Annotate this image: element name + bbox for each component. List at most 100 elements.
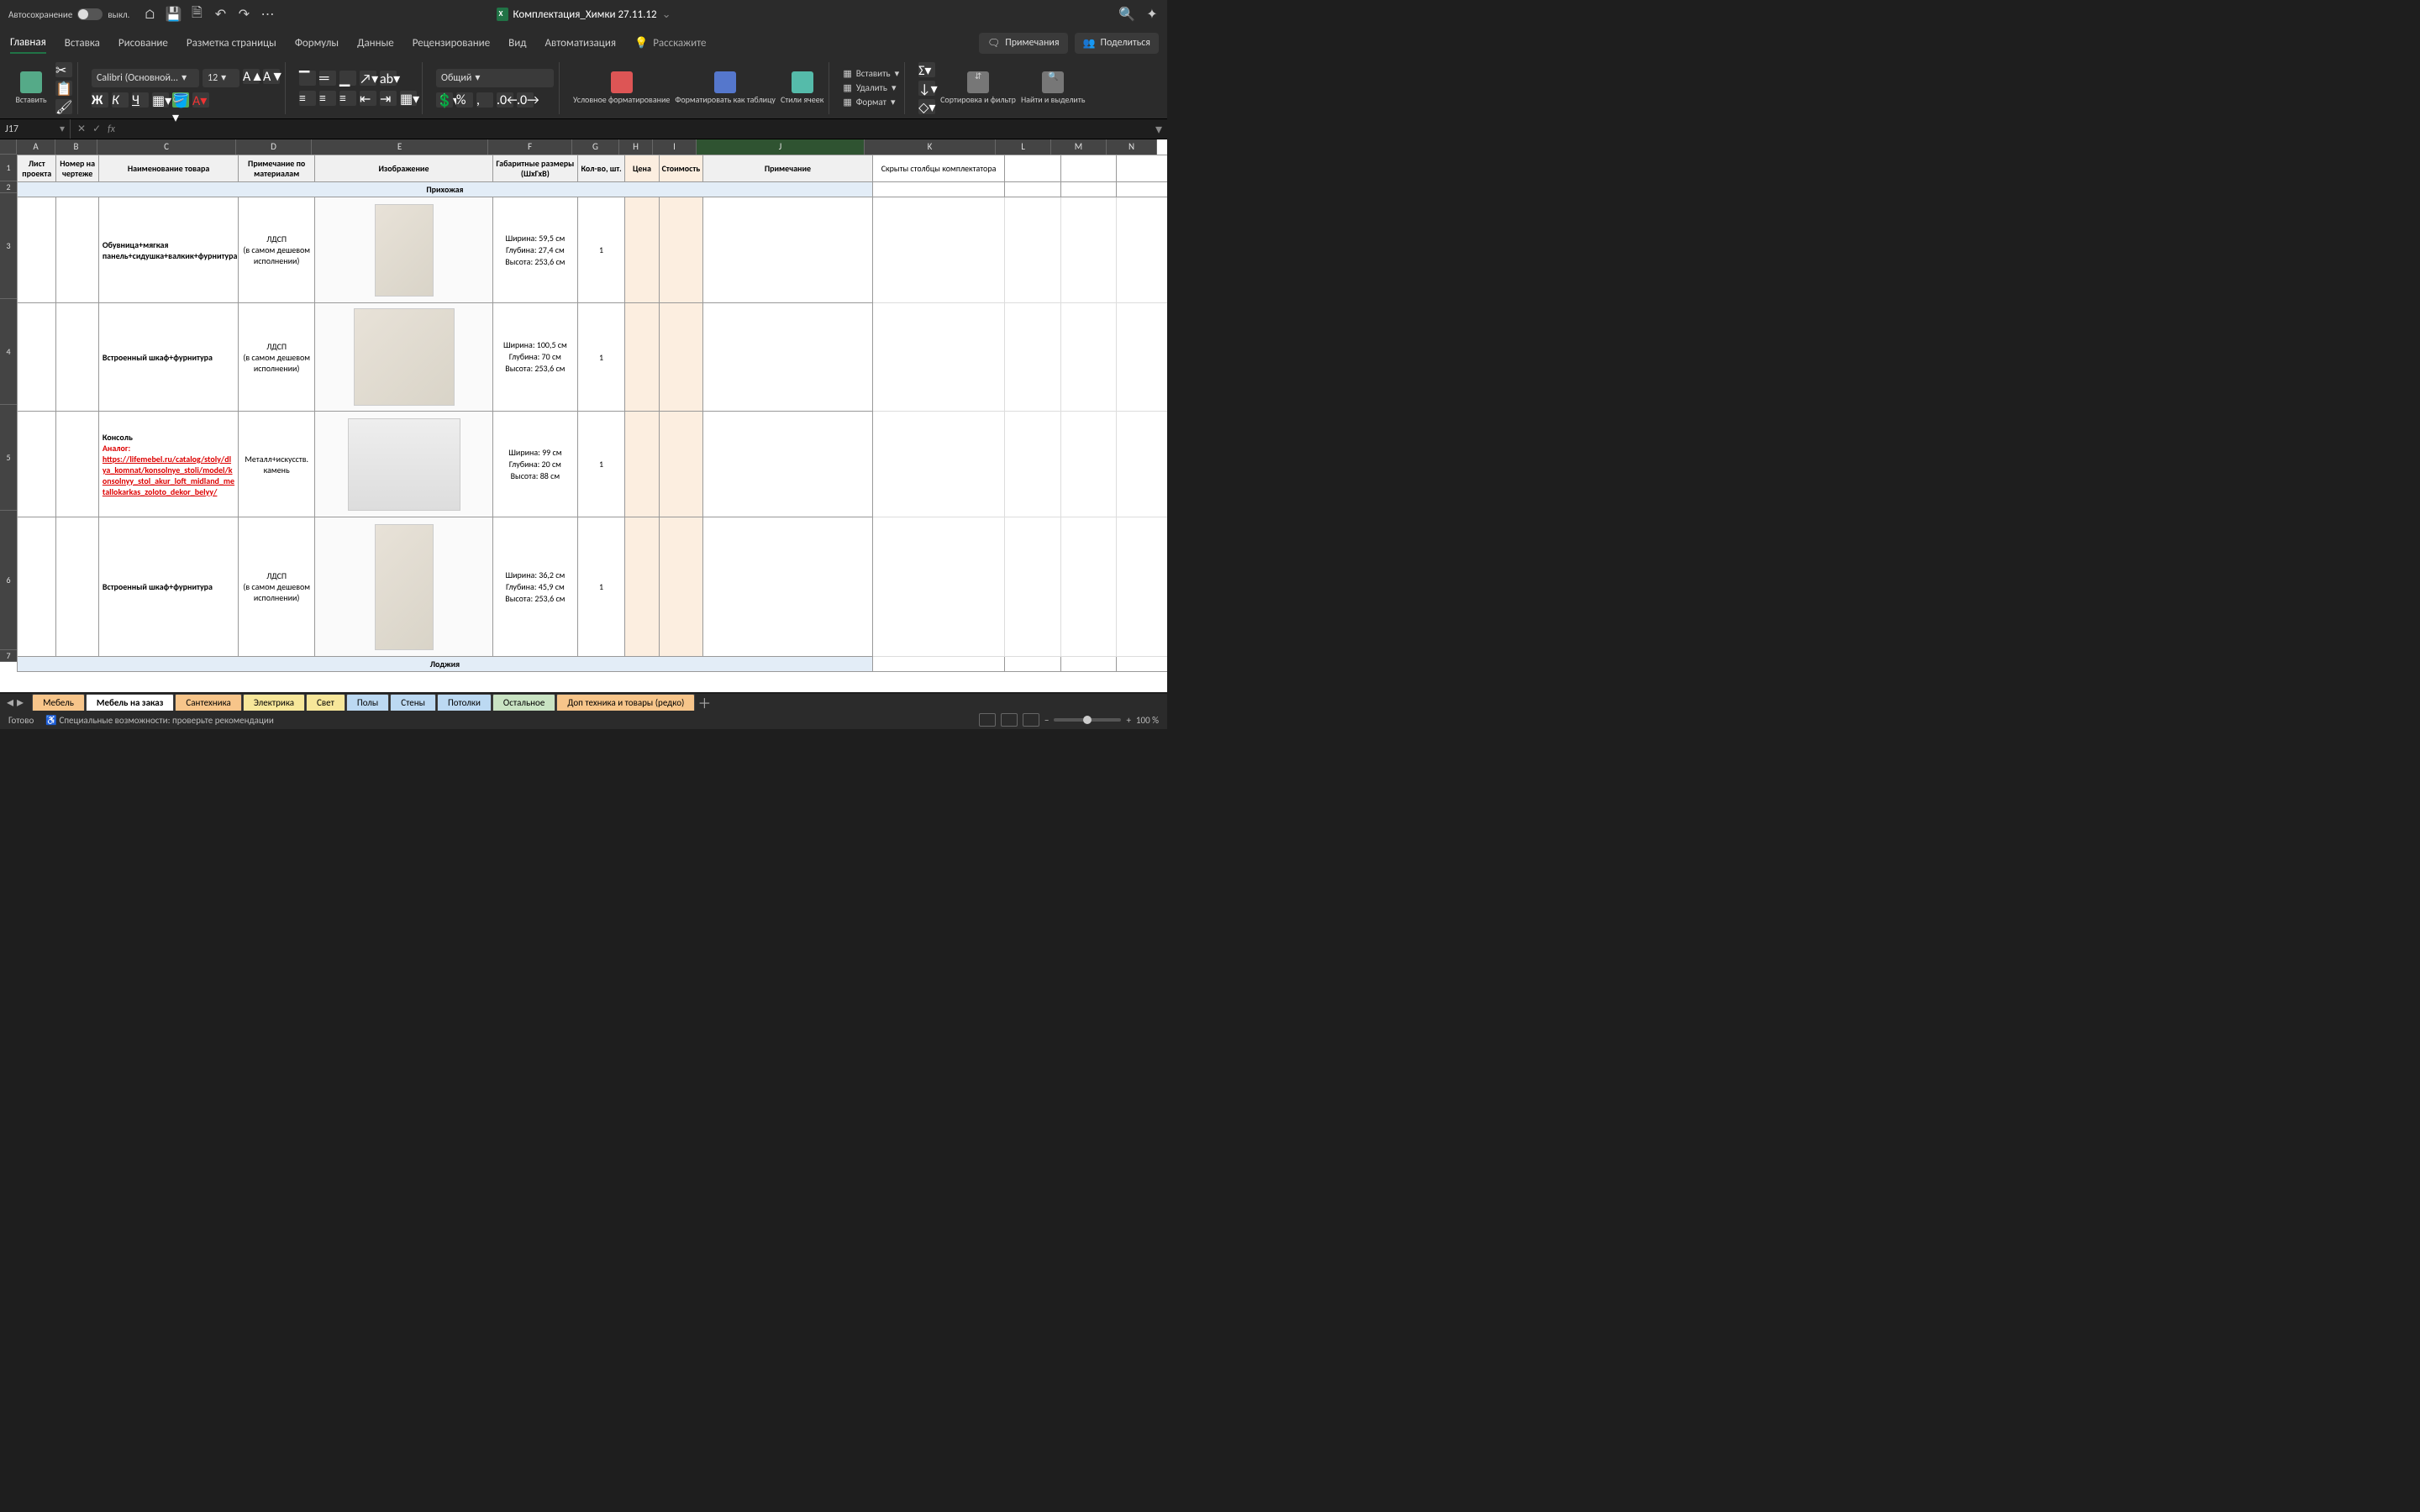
autosave-toggle[interactable]: Автосохранение выкл. <box>8 8 129 20</box>
number-format-select[interactable]: Общий ▾ <box>436 69 554 87</box>
tell-me[interactable]: 💡 Расскажите <box>634 37 706 50</box>
format-cells[interactable]: ▦ Формат ▾ <box>843 97 899 108</box>
save-icon[interactable]: 💾 <box>166 8 180 21</box>
header-cost[interactable]: Стоимость <box>659 155 702 182</box>
share-button[interactable]: 👥 Поделиться <box>1075 33 1159 54</box>
product-link[interactable]: https://lifemebel.ru/catalog/stoly/dlya_… <box>103 454 234 497</box>
accessibility-status[interactable]: ♿ Специальные возможности: проверьте рек… <box>45 715 274 726</box>
increase-font-icon[interactable]: A▲ <box>243 69 260 84</box>
formula-input[interactable] <box>122 119 1150 139</box>
sheet-tab[interactable]: Мебель <box>32 694 85 711</box>
formula-expand-icon[interactable]: ▾ <box>1150 121 1167 138</box>
font-size-select[interactable]: 12 ▾ <box>203 69 239 87</box>
merge-icon[interactable]: ▦▾ <box>400 91 417 106</box>
tab-next-icon[interactable]: ▸ <box>17 694 24 711</box>
bold-button[interactable]: Ж <box>92 92 108 108</box>
sheet-tab[interactable]: Стены <box>390 694 436 711</box>
align-right-icon[interactable]: ≡ <box>339 91 356 106</box>
zoom-slider[interactable] <box>1054 718 1121 722</box>
fx-icon[interactable]: fx <box>108 123 115 135</box>
export-icon[interactable]: 🗎 <box>190 8 203 21</box>
section-hallway[interactable]: Прихожая <box>18 182 873 197</box>
copilot-icon[interactable]: ✦ <box>1145 8 1159 21</box>
autosum-icon[interactable]: Σ▾ <box>918 62 935 77</box>
sheet-tab[interactable]: Электрика <box>243 694 305 711</box>
sheet-tab[interactable]: Остальное <box>492 694 555 711</box>
header-name[interactable]: Наименование товара <box>98 155 238 182</box>
table-row[interactable]: Консоль Аналог: https://lifemebel.ru/cat… <box>18 412 1168 517</box>
italic-button[interactable]: К <box>112 92 129 108</box>
tab-formulas[interactable]: Формулы <box>295 34 339 53</box>
search-icon[interactable]: 🔍 <box>1120 8 1134 21</box>
cut-icon[interactable]: ✂ <box>55 62 72 77</box>
section-loggia[interactable]: Лоджия <box>18 657 873 672</box>
comments-button[interactable]: 🗨 Примечания <box>979 33 1068 54</box>
header-note[interactable]: Примечание <box>703 155 873 182</box>
normal-view-icon[interactable] <box>979 713 996 727</box>
tab-layout[interactable]: Разметка страницы <box>187 34 276 53</box>
align-top-icon[interactable]: ▔ <box>299 71 316 86</box>
fill-icon[interactable]: ↓▾ <box>918 81 935 96</box>
align-bottom-icon[interactable]: ▁ <box>339 71 356 86</box>
conditional-formatting[interactable]: Условное форматирование <box>573 71 670 104</box>
table-row[interactable]: Обувница+мягкая панель+сидушка+валкик+фу… <box>18 197 1168 303</box>
zoom-in-icon[interactable]: + <box>1126 715 1130 726</box>
decrease-indent-icon[interactable]: ⇤ <box>360 91 376 106</box>
home-icon[interactable]: ⌂ <box>143 8 156 21</box>
tab-data[interactable]: Данные <box>357 34 394 53</box>
header-dims[interactable]: Габаритные размеры (ШхГхВ) <box>492 155 577 182</box>
name-box[interactable]: J17▾ <box>0 119 71 139</box>
add-sheet-button[interactable]: ＋ <box>696 692 713 712</box>
tab-home[interactable]: Главная <box>10 33 46 54</box>
underline-button[interactable]: Ч <box>132 92 149 108</box>
undo-icon[interactable]: ↶ <box>213 8 227 21</box>
cell-styles[interactable]: Стили ячеек <box>781 71 823 104</box>
more-icon[interactable]: ⋯ <box>260 8 274 21</box>
redo-icon[interactable]: ↷ <box>237 8 250 21</box>
header-number[interactable]: Номер на чертеже <box>56 155 98 182</box>
accept-formula-icon[interactable]: ✓ <box>92 123 101 135</box>
delete-cells[interactable]: ▦ Удалить ▾ <box>843 82 899 93</box>
tab-insert[interactable]: Вставка <box>65 34 100 53</box>
format-painter-icon[interactable]: 🖌 <box>55 99 72 114</box>
cancel-formula-icon[interactable]: ✕ <box>77 123 86 135</box>
sheet-tab[interactable]: Потолки <box>437 694 492 711</box>
chevron-down-icon[interactable]: ⌄ <box>662 8 671 21</box>
page-break-view-icon[interactable] <box>1023 713 1039 727</box>
inc-decimal-icon[interactable]: .0← <box>497 92 513 108</box>
tab-view[interactable]: Вид <box>508 34 526 53</box>
header-price[interactable]: Цена <box>625 155 659 182</box>
tab-draw[interactable]: Рисование <box>118 34 168 53</box>
font-color-button[interactable]: A▾ <box>192 92 209 108</box>
insert-cells[interactable]: ▦ Вставить ▾ <box>843 68 899 79</box>
comma-icon[interactable]: , <box>476 92 493 108</box>
spreadsheet[interactable]: A B C D E F G H I J K L M N 1 2 3 4 5 6 … <box>0 139 1167 692</box>
zoom-level[interactable]: 100 % <box>1136 715 1159 726</box>
page-layout-view-icon[interactable] <box>1001 713 1018 727</box>
header-qty[interactable]: Кол-во, шт. <box>577 155 624 182</box>
sheet-tab[interactable]: Мебель на заказ <box>86 694 175 711</box>
dec-decimal-icon[interactable]: .0→ <box>517 92 534 108</box>
row-headers[interactable]: 1 2 3 4 5 6 7 <box>0 155 17 662</box>
tab-first-icon[interactable]: ◂ <box>7 694 13 711</box>
wrap-text-icon[interactable]: ab▾ <box>380 71 397 86</box>
find-select[interactable]: 🔍Найти и выделить <box>1021 71 1085 104</box>
font-name-select[interactable]: Calibri (Основной... ▾ <box>92 69 199 87</box>
zoom-out-icon[interactable]: − <box>1044 715 1049 726</box>
sheet-tab[interactable]: Доп техника и товары (редко) <box>556 694 695 711</box>
paste-button[interactable]: Вставить <box>12 71 50 104</box>
column-headers[interactable]: A B C D E F G H I J K L M N <box>17 139 1157 155</box>
sheet-tab[interactable]: Свет <box>306 694 345 711</box>
table-row[interactable]: Встроенный шкаф+фурнитура ЛДСП (в самом … <box>18 303 1168 412</box>
fill-color-button[interactable]: 🪣▾ <box>172 92 189 108</box>
data-table[interactable]: Лист проекта Номер на чертеже Наименован… <box>17 155 1167 672</box>
border-button[interactable]: ▦▾ <box>152 92 169 108</box>
format-as-table[interactable]: Форматировать как таблицу <box>675 71 776 104</box>
header-image[interactable]: Изображение <box>315 155 493 182</box>
align-left-icon[interactable]: ≡ <box>299 91 316 106</box>
align-middle-icon[interactable]: ═ <box>319 71 336 86</box>
document-title[interactable]: Комплектация_Химки 27.11.12 <box>513 8 657 21</box>
decrease-font-icon[interactable]: A▼ <box>263 69 280 84</box>
sheet-tab[interactable]: Сантехника <box>175 694 241 711</box>
tab-automation[interactable]: Автоматизация <box>545 34 617 53</box>
